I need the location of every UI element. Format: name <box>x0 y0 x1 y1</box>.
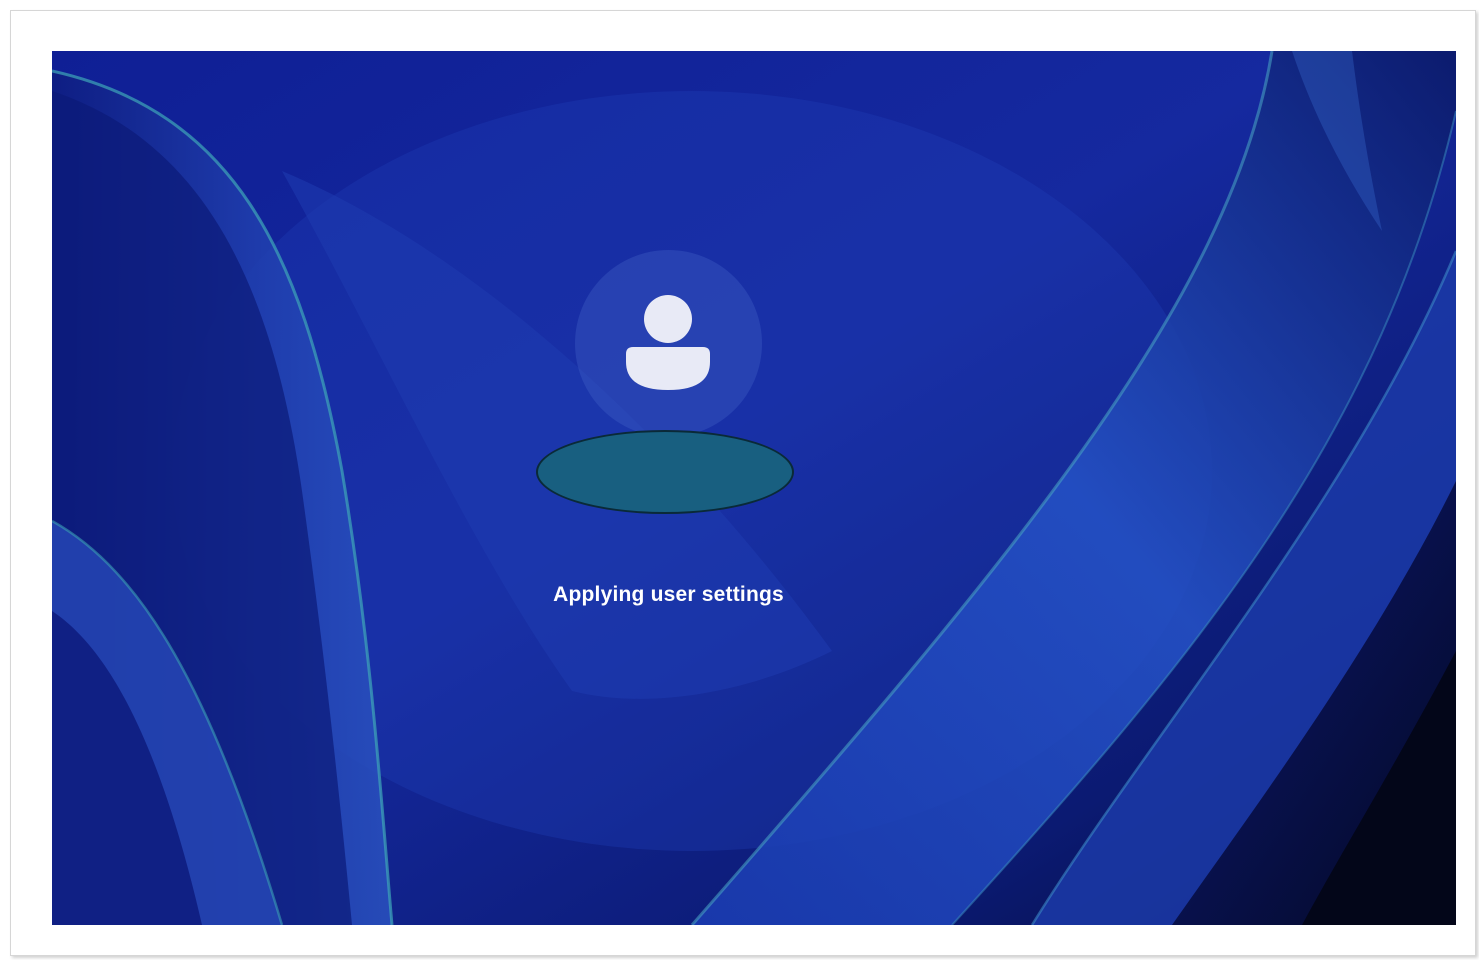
user-avatar <box>575 250 762 437</box>
user-icon <box>626 295 710 390</box>
user-name-redaction <box>536 430 794 514</box>
status-message: Applying user settings <box>553 583 784 606</box>
lock-screen: Applying user settings <box>52 51 1456 925</box>
